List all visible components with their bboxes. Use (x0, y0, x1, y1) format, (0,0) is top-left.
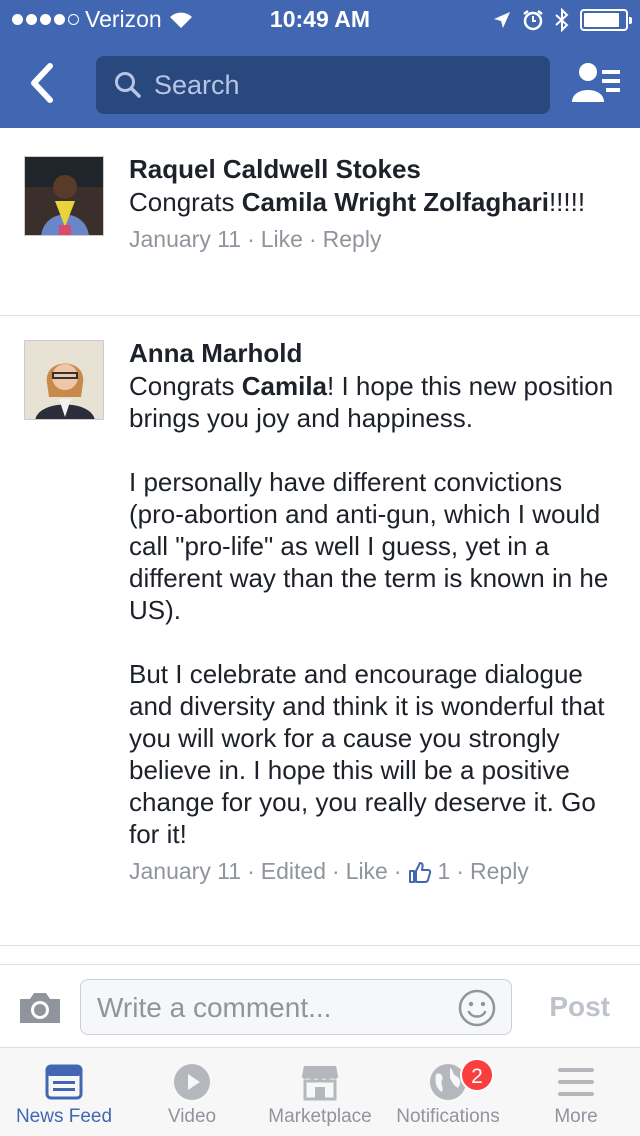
location-arrow-icon (494, 12, 510, 28)
avatar[interactable] (24, 340, 104, 420)
friend-requests-icon[interactable] (572, 60, 622, 106)
comment-text: Congrats Camila! I hope this new positio… (129, 371, 614, 849)
mention-link[interactable]: Camila Wright Zolfaghari (242, 187, 549, 217)
tab-label: More (554, 1106, 598, 1127)
comment-meta: January 11 · Like · Reply (129, 226, 382, 253)
thumbs-up-icon (408, 861, 431, 883)
comment-author[interactable]: Raquel Caldwell Stokes (129, 152, 624, 186)
like-link[interactable]: Like (346, 858, 388, 885)
emoji-icon[interactable] (457, 988, 497, 1028)
tab-label: Marketplace (268, 1106, 372, 1127)
search-input[interactable] (154, 69, 534, 101)
video-icon (174, 1064, 210, 1100)
comment-text: Congrats Camila Wright Zolfaghari!!!!! (129, 187, 586, 217)
tab-more[interactable]: More (512, 1048, 640, 1136)
marketplace-icon (302, 1066, 338, 1101)
alarm-icon (523, 10, 543, 31)
mention-link[interactable]: Camila (242, 371, 327, 401)
status-icons (492, 8, 632, 32)
reply-link[interactable]: Reply (323, 226, 382, 253)
menu-icon (558, 1068, 594, 1096)
tab-news-feed[interactable]: News Feed (0, 1048, 128, 1136)
tab-notifications[interactable]: 2 Notifications (384, 1048, 512, 1136)
like-link[interactable]: Like (261, 226, 303, 253)
edited-label[interactable]: Edited (261, 858, 326, 885)
nav-bar (0, 40, 640, 128)
camera-icon[interactable] (18, 989, 62, 1025)
status-bar: Verizon 10:49 AM (0, 0, 640, 40)
comment-date[interactable]: January 11 (129, 858, 241, 885)
comment-item: Raquel Caldwell Stokes Congrats Camila W… (0, 130, 640, 316)
search-bar[interactable] (96, 56, 550, 114)
tab-label: Video (167, 1106, 217, 1127)
tab-marketplace[interactable]: Marketplace (256, 1048, 384, 1136)
comment-meta: January 11 · Edited · Like · 1 · Reply (129, 858, 529, 885)
back-icon[interactable] (18, 58, 68, 108)
post-button[interactable]: Post (549, 991, 610, 1023)
avatar[interactable] (24, 156, 104, 236)
battery-icon (580, 9, 632, 31)
comment-input[interactable] (97, 988, 437, 1028)
top-bar: Verizon 10:49 AM (0, 0, 640, 128)
reply-link[interactable]: Reply (470, 858, 529, 885)
like-count[interactable]: 1 (438, 858, 451, 885)
search-icon (115, 72, 141, 98)
comment-date[interactable]: January 11 (129, 226, 241, 253)
tab-label: Notifications (396, 1106, 500, 1127)
news-feed-icon (45, 1064, 83, 1100)
tab-bar: News Feed Video Marketplace 2 Notificati… (0, 1048, 640, 1136)
comment-input-box[interactable] (80, 979, 512, 1035)
comment-item: Anna Marhold Congrats Camila! I hope thi… (0, 316, 640, 946)
comment-composer: Post (0, 964, 640, 1048)
comment-author[interactable]: Anna Marhold (129, 336, 624, 370)
bluetooth-icon (555, 8, 569, 32)
notification-badge: 2 (460, 1058, 494, 1092)
tab-video[interactable]: Video (128, 1048, 256, 1136)
